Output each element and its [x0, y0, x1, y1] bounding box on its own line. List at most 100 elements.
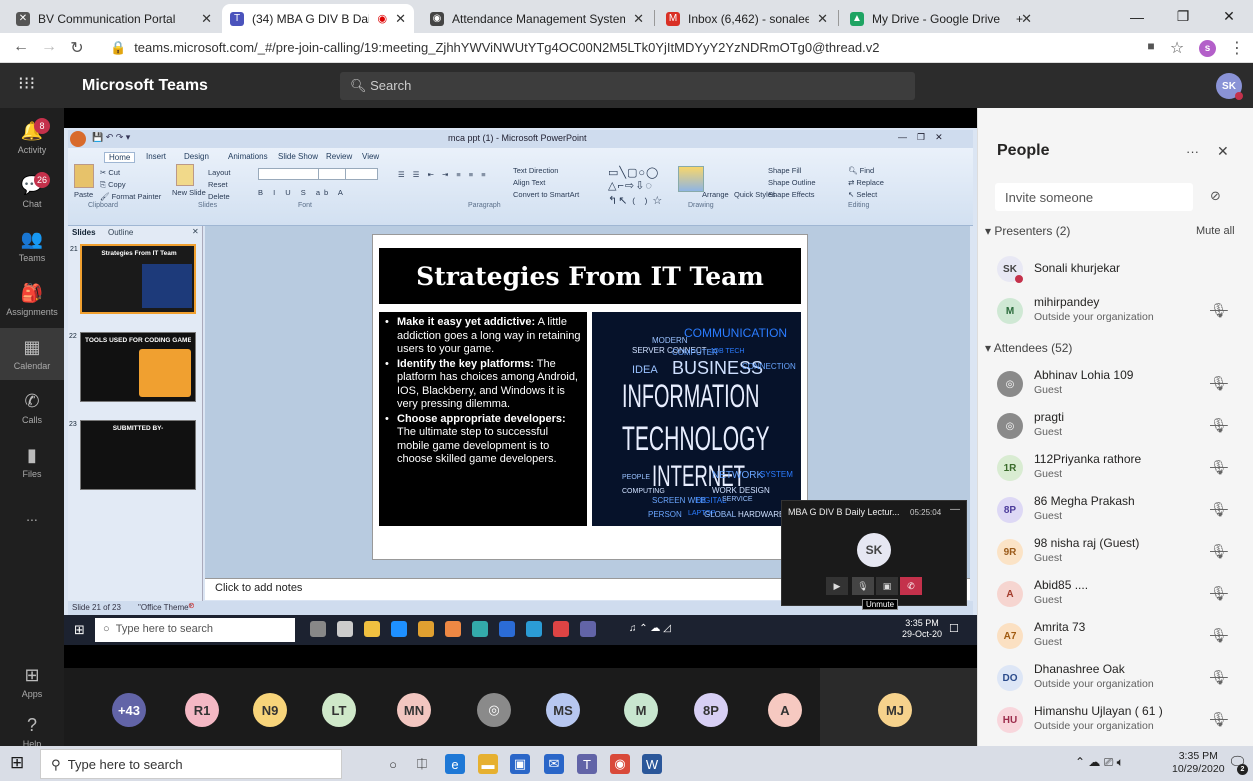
participant-avatar[interactable]: N9	[253, 693, 287, 727]
replace-button[interactable]: ⇄ Replace	[848, 178, 884, 187]
teams-search-input[interactable]: 🔍︎ Search	[340, 72, 915, 100]
windows-clock[interactable]: 3:35 PM 10/29/2020	[1172, 750, 1225, 776]
bookmark-star-icon[interactable]: ☆	[1166, 38, 1188, 58]
browser-tab[interactable]: ✕ BV Communication Portal ✕	[8, 4, 220, 33]
outline-tab[interactable]: Outline	[108, 228, 133, 237]
rail-item-assignments[interactable]: 🎒 Assignments	[0, 274, 64, 326]
teams-icon[interactable]: T	[577, 754, 597, 774]
reset-button[interactable]: Reset	[208, 180, 228, 189]
slide-thumbnail[interactable]: 22 TOOLS USED FOR CODING GAMES	[69, 332, 196, 402]
rail-item-files[interactable]: ▮ Files	[0, 436, 64, 488]
rail-item-calendar[interactable]: ▦ Calendar	[0, 328, 64, 380]
participant-row[interactable]: ◎ pragti Guest 🎙︎	[977, 405, 1253, 447]
chrome-menu-icon[interactable]: ⋮	[1226, 38, 1248, 58]
format-painter-button[interactable]: 🖌 Format Painter	[100, 192, 161, 201]
convert-smartart-button[interactable]: Convert to SmartArt	[513, 190, 579, 199]
shape-outline-button[interactable]: Shape Outline	[768, 178, 816, 187]
minimize-button[interactable]: —	[1114, 0, 1160, 33]
ribbon-tab[interactable]: Home	[104, 152, 136, 163]
windows-start-icon[interactable]: ⊞	[10, 753, 24, 773]
new-slide-icon[interactable]	[176, 164, 194, 186]
tray-icons[interactable]: ⌃ ☁ ⎚ 🔈︎	[1075, 755, 1124, 770]
browser-tab[interactable]: M Inbox (6,462) - sonaleek9@gmail ✕	[658, 4, 836, 33]
cut-button[interactable]: ✂ Cut	[100, 168, 120, 177]
shapes-gallery[interactable]: ▭╲▢○◯ △⌐⇨⇩◌ ↰↖﹙﹚☆	[608, 166, 663, 208]
mic-muted-icon[interactable]: 🎙︎	[1210, 669, 1228, 686]
tab-close-icon[interactable]: ✕	[201, 11, 212, 27]
ribbon-tab[interactable]: Animations	[228, 152, 268, 161]
ribbon-tab[interactable]: Design	[184, 152, 209, 161]
mic-muted-icon[interactable]: 🎙︎	[1210, 627, 1228, 644]
close-window-button[interactable]: ✕	[1206, 0, 1252, 33]
mail-icon[interactable]: ✉	[544, 754, 564, 774]
tab-close-icon[interactable]: ✕	[633, 11, 644, 27]
participant-row[interactable]: HU Himanshu Ujlayan ( 61 ) Outside your or…	[977, 699, 1253, 741]
close-pane-icon[interactable]: ✕	[192, 227, 199, 236]
reload-icon[interactable]: ↻	[66, 38, 88, 58]
participant-row[interactable]: 1R 112Priyanka rathore Guest 🎙︎	[977, 447, 1253, 489]
participant-row[interactable]: DO Dhanashree Oak Outside your organizatio…	[977, 657, 1253, 699]
participant-row[interactable]: SK Sonali khurjekar	[977, 248, 1253, 290]
ribbon-tab[interactable]: Insert	[146, 152, 166, 161]
layout-button[interactable]: Layout	[208, 168, 231, 177]
shape-fill-button[interactable]: Shape Fill	[768, 166, 801, 175]
mini-call-window[interactable]: MBA G DIV B Daily Lectur... 05:25:04 — S…	[781, 500, 967, 610]
tab-close-icon[interactable]: ✕	[395, 11, 406, 27]
participant-avatar[interactable]: 8P	[694, 693, 728, 727]
select-button[interactable]: ↖ Select	[848, 190, 877, 199]
browser-tab[interactable]: ◉ Attendance Management System ✕	[422, 4, 652, 33]
paste-icon[interactable]	[74, 164, 94, 188]
edge-icon[interactable]: e	[445, 754, 465, 774]
participant-avatar[interactable]: R1	[185, 693, 219, 727]
ribbon-tab[interactable]: Review	[326, 152, 352, 161]
participant-avatar[interactable]: A	[768, 693, 802, 727]
mic-muted-icon[interactable]: 🎙︎	[1210, 543, 1228, 560]
mic-muted-icon[interactable]: 🎙︎	[1210, 459, 1228, 476]
rail-item-chat[interactable]: 💬 Chat 26	[0, 166, 64, 218]
quick-access-icons[interactable]: 💾 ↶ ↷ ▾	[92, 132, 130, 143]
back-arrow-icon[interactable]: ←	[10, 38, 32, 56]
rail-item-apps[interactable]: ⊞ Apps	[0, 656, 64, 708]
ribbon-tab[interactable]: View	[362, 152, 379, 161]
file-explorer-icon[interactable]: ▬	[478, 754, 498, 774]
app-launcher-icon[interactable]: ⁝⁝⁝	[18, 73, 35, 94]
new-tab-button[interactable]: +	[1008, 4, 1038, 33]
rail-item-activity[interactable]: 🔔 Activity 8	[0, 112, 64, 164]
mic-muted-icon[interactable]: 🎙︎	[1210, 585, 1228, 602]
participant-avatar[interactable]: M	[624, 693, 658, 727]
mic-muted-icon[interactable]: 🎙︎	[1210, 501, 1228, 518]
ppt-window-controls[interactable]: — ❐ ✕	[898, 132, 943, 143]
participant-row[interactable]: ◎ Abhinav Lohia 109 Guest 🎙︎	[977, 363, 1253, 405]
participant-avatar[interactable]: MN	[397, 693, 431, 727]
mute-all-button[interactable]: Mute all	[1196, 225, 1235, 237]
participant-avatar[interactable]: MJ	[878, 693, 912, 727]
participant-row[interactable]: Mmihirpandey Outside your organization 🎙︎	[977, 290, 1253, 332]
rail-item-[interactable]: ...	[0, 490, 64, 542]
delete-button[interactable]: Delete	[208, 192, 230, 201]
participant-avatar[interactable]: +43	[112, 693, 146, 727]
chrome-icon[interactable]: ◉	[610, 754, 630, 774]
rail-item-calls[interactable]: ✆ Calls	[0, 382, 64, 434]
participant-row[interactable]: 8P 86 Megha Prakash Guest 🎙︎	[977, 489, 1253, 531]
forward-arrow-icon[interactable]: →	[38, 38, 60, 56]
participant-avatar[interactable]: MS	[546, 693, 580, 727]
share-invite-icon[interactable]: ⊘	[1210, 188, 1221, 204]
more-options-icon[interactable]: ···	[1186, 144, 1199, 159]
slide-thumbnail[interactable]: 21 Strategies From IT Team	[70, 244, 196, 314]
ribbon-tab[interactable]: Slide Show	[278, 152, 318, 161]
slide-thumbnail[interactable]: 23 SUBMITTED BY-	[69, 420, 196, 490]
camera-blocked-icon[interactable]: ■	[1140, 39, 1162, 53]
share-tray-icon[interactable]: ▣	[876, 577, 898, 595]
mic-muted-icon[interactable]: 🎙︎	[1210, 375, 1228, 392]
participant-avatar[interactable]: ◎	[477, 693, 511, 727]
font-format-icons[interactable]: B I U S ab A	[258, 188, 347, 197]
maximize-button[interactable]: ❐	[1160, 0, 1206, 33]
copy-button[interactable]: ⎘ Copy	[100, 180, 126, 190]
participant-avatar[interactable]: LT	[322, 693, 356, 727]
participant-row[interactable]: A Abid85 .... Guest 🎙︎	[977, 573, 1253, 615]
task-view-icon[interactable]: ○	[383, 754, 403, 774]
rail-item-teams[interactable]: 👥 Teams	[0, 220, 64, 272]
shape-effects-button[interactable]: Shape Effects	[768, 190, 815, 199]
windows-search-box[interactable]: ⚲ Type here to search	[40, 749, 342, 779]
camera-off-icon[interactable]: ▶︎	[826, 577, 848, 595]
